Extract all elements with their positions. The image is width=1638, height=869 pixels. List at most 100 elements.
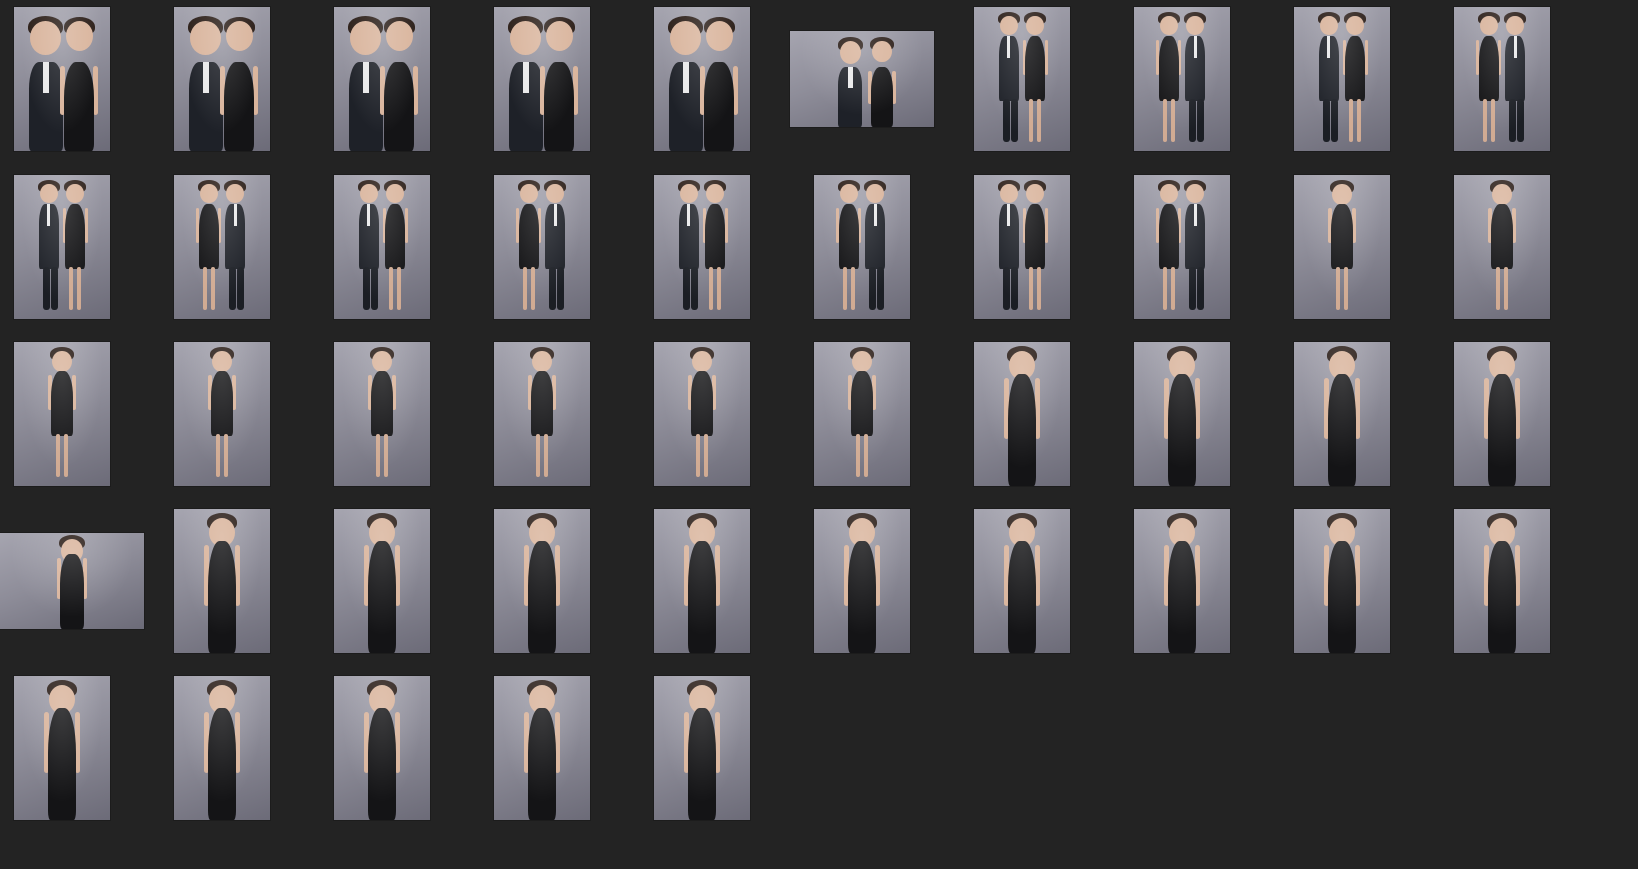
photo-cell (0, 673, 138, 823)
photo-thumbnail[interactable] (1134, 175, 1230, 319)
photo-row (0, 4, 1638, 179)
woman-figure (174, 509, 270, 653)
photo-thumbnail[interactable] (1454, 175, 1550, 319)
woman-figure (14, 175, 110, 319)
photo-cell (946, 339, 1098, 489)
photo-cell (1426, 339, 1578, 489)
photo-thumbnail[interactable] (14, 7, 110, 151)
woman-figure (1294, 175, 1390, 319)
photo-cell (466, 172, 618, 322)
photo-cell (1426, 172, 1578, 322)
photo-thumbnail[interactable] (654, 342, 750, 486)
photo-thumbnail[interactable] (1134, 342, 1230, 486)
woman-figure (974, 342, 1070, 486)
photo-thumbnail[interactable] (1454, 342, 1550, 486)
photo-thumbnail[interactable] (974, 175, 1070, 319)
photo-thumbnail[interactable] (1294, 342, 1390, 486)
photo-thumbnail[interactable] (1454, 509, 1550, 653)
photo-thumbnail[interactable] (494, 676, 590, 820)
man-figure (814, 175, 910, 319)
photo-cell (146, 4, 298, 154)
photo-thumbnail[interactable] (0, 533, 144, 629)
photo-thumbnail[interactable] (814, 342, 910, 486)
photo-thumbnail[interactable] (790, 31, 934, 127)
photo-thumbnail[interactable] (974, 7, 1070, 151)
woman-figure (494, 676, 590, 820)
woman-figure (334, 676, 430, 820)
photo-thumbnail[interactable] (334, 676, 430, 820)
woman-figure (1294, 7, 1390, 151)
woman-figure (14, 7, 110, 151)
woman-figure (1454, 342, 1550, 486)
photo-row (0, 339, 1638, 514)
photo-thumbnail[interactable] (334, 342, 430, 486)
woman-figure (1294, 509, 1390, 653)
photo-cell (626, 339, 778, 489)
photo-row (0, 673, 1638, 848)
photo-cell (306, 339, 458, 489)
photo-thumbnail[interactable] (1454, 7, 1550, 151)
photo-cell (786, 4, 938, 154)
woman-figure (334, 342, 430, 486)
photo-thumbnail[interactable] (1134, 509, 1230, 653)
woman-figure (654, 7, 750, 151)
photo-thumbnail[interactable] (1294, 509, 1390, 653)
photo-thumbnail[interactable] (14, 676, 110, 820)
photo-cell (146, 506, 298, 656)
photo-thumbnail[interactable] (974, 342, 1070, 486)
photo-cell (466, 673, 618, 823)
photo-thumbnail[interactable] (14, 175, 110, 319)
photo-cell (306, 4, 458, 154)
photo-thumbnail[interactable] (654, 676, 750, 820)
photo-thumbnail[interactable] (334, 509, 430, 653)
photo-cell (0, 506, 152, 656)
photo-thumbnail[interactable] (654, 509, 750, 653)
woman-figure (174, 676, 270, 820)
photo-thumbnail[interactable] (1294, 7, 1390, 151)
photo-thumbnail[interactable] (1294, 175, 1390, 319)
photo-cell (1106, 172, 1258, 322)
photo-cell (626, 172, 778, 322)
photo-cell (1426, 4, 1578, 154)
photo-cell (946, 506, 1098, 656)
photo-cell (146, 172, 298, 322)
man-figure (174, 175, 270, 319)
photo-thumbnail[interactable] (494, 342, 590, 486)
woman-figure (1454, 509, 1550, 653)
photo-thumbnail[interactable] (814, 175, 910, 319)
man-figure (1454, 7, 1550, 151)
photo-cell (466, 4, 618, 154)
woman-figure (1294, 342, 1390, 486)
photo-cell (1266, 172, 1418, 322)
photo-cell (1266, 339, 1418, 489)
man-figure (1134, 175, 1230, 319)
woman-figure (494, 7, 590, 151)
photo-cell (306, 673, 458, 823)
photo-thumbnail[interactable] (174, 676, 270, 820)
woman-figure (974, 7, 1070, 151)
photo-cell (0, 4, 138, 154)
woman-figure (654, 342, 750, 486)
photo-cell (306, 506, 458, 656)
photo-cell (786, 339, 938, 489)
photo-thumbnail[interactable] (814, 509, 910, 653)
photo-thumbnail[interactable] (654, 175, 750, 319)
photo-thumbnail[interactable] (174, 342, 270, 486)
woman-figure (1134, 509, 1230, 653)
photo-thumbnail[interactable] (494, 175, 590, 319)
photo-thumbnail[interactable] (334, 175, 430, 319)
woman-figure (334, 175, 430, 319)
photo-thumbnail[interactable] (654, 7, 750, 151)
photo-thumbnail[interactable] (174, 175, 270, 319)
photo-thumbnail[interactable] (494, 509, 590, 653)
photo-thumbnail[interactable] (494, 7, 590, 151)
photo-thumbnail[interactable] (1134, 7, 1230, 151)
woman-figure (654, 676, 750, 820)
photo-thumbnail[interactable] (974, 509, 1070, 653)
woman-figure (174, 7, 270, 151)
photo-thumbnail[interactable] (334, 7, 430, 151)
photo-thumbnail[interactable] (174, 7, 270, 151)
photo-cell (466, 339, 618, 489)
photo-thumbnail[interactable] (14, 342, 110, 486)
photo-thumbnail[interactable] (174, 509, 270, 653)
